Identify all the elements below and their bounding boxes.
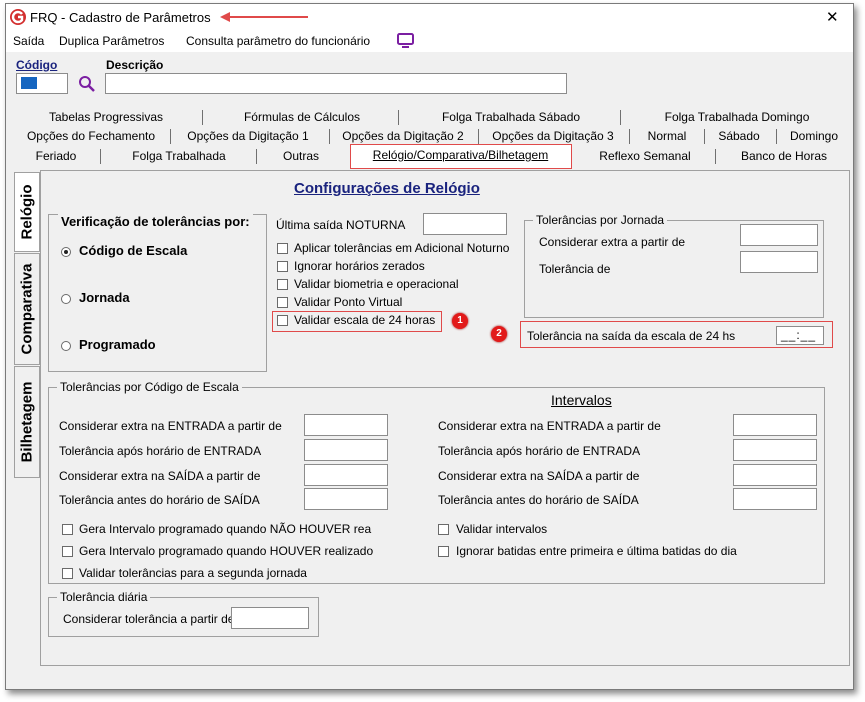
checkbox-segunda-jornada-label: Validar tolerâncias para a segunda jorna… bbox=[79, 566, 307, 580]
side-tab-bilhetagem[interactable]: Bilhetagem bbox=[14, 366, 40, 478]
jornada-legend: Tolerâncias por Jornada bbox=[533, 213, 668, 227]
checkbox-validar-intervalos-label: Validar intervalos bbox=[456, 522, 548, 536]
menu-bar: Saída Duplica Parâmetros Consulta parâme… bbox=[6, 30, 853, 52]
tab-folga-domingo[interactable]: Folga Trabalhada Domingo bbox=[624, 108, 850, 127]
panel-title: Configurações de Relógio bbox=[294, 180, 480, 197]
escala-left-label-4: Tolerância antes do horário de SAÍDA bbox=[59, 493, 260, 507]
escala-left-input-4[interactable] bbox=[304, 488, 388, 510]
tab-folga-sabado[interactable]: Folga Trabalhada Sábado bbox=[402, 108, 620, 127]
escala-right-label-2: Tolerância após horário de ENTRADA bbox=[438, 444, 641, 458]
tab-relogio-comparativa-bilhetagem[interactable]: Relógio/Comparativa/Bilhetagem bbox=[350, 144, 572, 169]
checkbox-validar-intervalos[interactable] bbox=[438, 524, 449, 535]
side-tab-relogio[interactable]: Relógio bbox=[14, 172, 40, 252]
jornada-tolerancia-input[interactable] bbox=[740, 251, 818, 273]
tab-opcoes-digitacao-1[interactable]: Opções da Digitação 1 bbox=[172, 127, 324, 146]
tab-domingo[interactable]: Domingo bbox=[778, 127, 850, 146]
escala-right-input-2[interactable] bbox=[733, 439, 817, 461]
side-tab-comparativa[interactable]: Comparativa bbox=[14, 253, 40, 365]
radio-jornada[interactable] bbox=[61, 294, 71, 304]
checkbox-ignorar-batidas-label: Ignorar batidas entre primeira e última … bbox=[456, 544, 737, 558]
tab-outras[interactable]: Outras bbox=[260, 147, 342, 166]
tol-24h-input[interactable]: __:__ bbox=[776, 326, 824, 345]
escala-left-label-2: Tolerância após horário de ENTRADA bbox=[59, 444, 262, 458]
codigo-label: Código bbox=[16, 58, 58, 72]
verificacao-legend: Verificação de tolerâncias por: bbox=[58, 214, 253, 229]
escala-left-input-3[interactable] bbox=[304, 464, 388, 486]
escala-left-label-3: Considerar extra na SAÍDA a partir de bbox=[59, 469, 261, 483]
ultima-saida-input[interactable] bbox=[423, 213, 507, 235]
descricao-label: Descrição bbox=[106, 58, 164, 72]
diaria-input[interactable] bbox=[231, 607, 309, 629]
escala-left-input-2[interactable] bbox=[304, 439, 388, 461]
checkbox-adicional-noturno-label: Aplicar tolerâncias em Adicional Noturno bbox=[294, 241, 510, 255]
checkbox-escala-24h-label: Validar escala de 24 horas bbox=[294, 313, 436, 327]
checkbox-horarios-zerados-label: Ignorar horários zerados bbox=[294, 259, 425, 273]
menu-saida[interactable]: Saída bbox=[13, 34, 44, 48]
checkbox-horarios-zerados[interactable] bbox=[277, 261, 288, 272]
escala-left-label-1: Considerar extra na ENTRADA a partir de bbox=[59, 419, 282, 433]
monitor-icon[interactable] bbox=[397, 33, 415, 49]
escala-left-input-1[interactable] bbox=[304, 414, 388, 436]
checkbox-ponto-virtual-label: Validar Ponto Virtual bbox=[294, 295, 403, 309]
window-title: FRQ - Cadastro de Parâmetros bbox=[30, 10, 211, 25]
radio-codigo-escala[interactable] bbox=[61, 247, 71, 257]
red-arrow-annotation bbox=[220, 12, 308, 22]
tol-24h-label: Tolerância na saída da escala de 24 hs bbox=[527, 329, 736, 343]
tab-formulas-calculos[interactable]: Fórmulas de Cálculos bbox=[206, 108, 398, 127]
tab-sabado[interactable]: Sábado bbox=[706, 127, 772, 146]
tab-normal[interactable]: Normal bbox=[632, 127, 702, 146]
tab-tabelas-progressivas[interactable]: Tabelas Progressivas bbox=[16, 108, 196, 127]
menu-consulta-parametro[interactable]: Consulta parâmetro do funcionário bbox=[186, 34, 370, 48]
tab-folga-trabalhada[interactable]: Folga Trabalhada bbox=[104, 147, 254, 166]
checkbox-intervalo-houver[interactable] bbox=[62, 546, 73, 557]
menu-duplica-parametros[interactable]: Duplica Parâmetros bbox=[59, 34, 164, 48]
escala-right-input-1[interactable] bbox=[733, 414, 817, 436]
radio-programado[interactable] bbox=[61, 341, 71, 351]
tab-reflexo-semanal[interactable]: Reflexo Semanal bbox=[578, 147, 712, 166]
tab-banco-horas[interactable]: Banco de Horas bbox=[718, 147, 850, 166]
escala-right-input-3[interactable] bbox=[733, 464, 817, 486]
tab-opcoes-fechamento[interactable]: Opções do Fechamento bbox=[16, 127, 166, 146]
jornada-tolerancia-label: Tolerância de bbox=[539, 262, 611, 276]
checkbox-ignorar-batidas[interactable] bbox=[438, 546, 449, 557]
checkbox-ponto-virtual[interactable] bbox=[277, 297, 288, 308]
checkbox-escala-24h[interactable] bbox=[277, 315, 288, 326]
radio-codigo-escala-label: Código de Escala bbox=[79, 243, 188, 258]
jornada-extra-input[interactable] bbox=[740, 224, 818, 246]
title-bar: FRQ - Cadastro de Parâmetros ✕ bbox=[6, 4, 853, 30]
checkbox-intervalo-houver-label: Gera Intervalo programado quando HOUVER … bbox=[79, 544, 374, 558]
checkbox-segunda-jornada[interactable] bbox=[62, 568, 73, 579]
jornada-extra-label: Considerar extra a partir de bbox=[539, 235, 686, 249]
escala-right-label-3: Considerar extra na SAÍDA a partir de bbox=[438, 469, 640, 483]
text-cursor-selection bbox=[21, 77, 37, 89]
escala-right-label-4: Tolerância antes do horário de SAÍDA bbox=[438, 493, 639, 507]
checkbox-adicional-noturno[interactable] bbox=[277, 243, 288, 254]
app-logo-icon bbox=[10, 9, 26, 25]
radio-programado-label: Programado bbox=[79, 337, 156, 352]
escala-legend: Tolerâncias por Código de Escala bbox=[57, 380, 242, 394]
intervalos-title: Intervalos bbox=[551, 392, 612, 408]
close-icon[interactable]: ✕ bbox=[826, 8, 839, 26]
tab-feriado[interactable]: Feriado bbox=[16, 147, 96, 166]
checkbox-intervalo-nao-houver[interactable] bbox=[62, 524, 73, 535]
ultima-saida-label: Última saída NOTURNA bbox=[276, 218, 406, 232]
annotation-badge-1: 1 bbox=[452, 313, 468, 329]
codigo-input[interactable] bbox=[16, 73, 68, 94]
escala-right-label-1: Considerar extra na ENTRADA a partir de bbox=[438, 419, 661, 433]
checkbox-intervalo-nao-houver-label: Gera Intervalo programado quando NÃO HOU… bbox=[79, 522, 372, 536]
checkbox-biometria-label: Validar biometria e operacional bbox=[294, 277, 459, 291]
diaria-legend: Tolerância diária bbox=[57, 590, 151, 604]
radio-jornada-label: Jornada bbox=[79, 290, 130, 305]
application-window: FRQ - Cadastro de Parâmetros ✕ Saída Dup… bbox=[5, 3, 854, 690]
annotation-badge-2: 2 bbox=[491, 326, 507, 342]
descricao-input[interactable] bbox=[105, 73, 567, 94]
diaria-label: Considerar tolerância a partir de bbox=[63, 612, 235, 626]
search-icon[interactable] bbox=[78, 75, 96, 93]
checkbox-biometria[interactable] bbox=[277, 279, 288, 290]
escala-right-input-4[interactable] bbox=[733, 488, 817, 510]
